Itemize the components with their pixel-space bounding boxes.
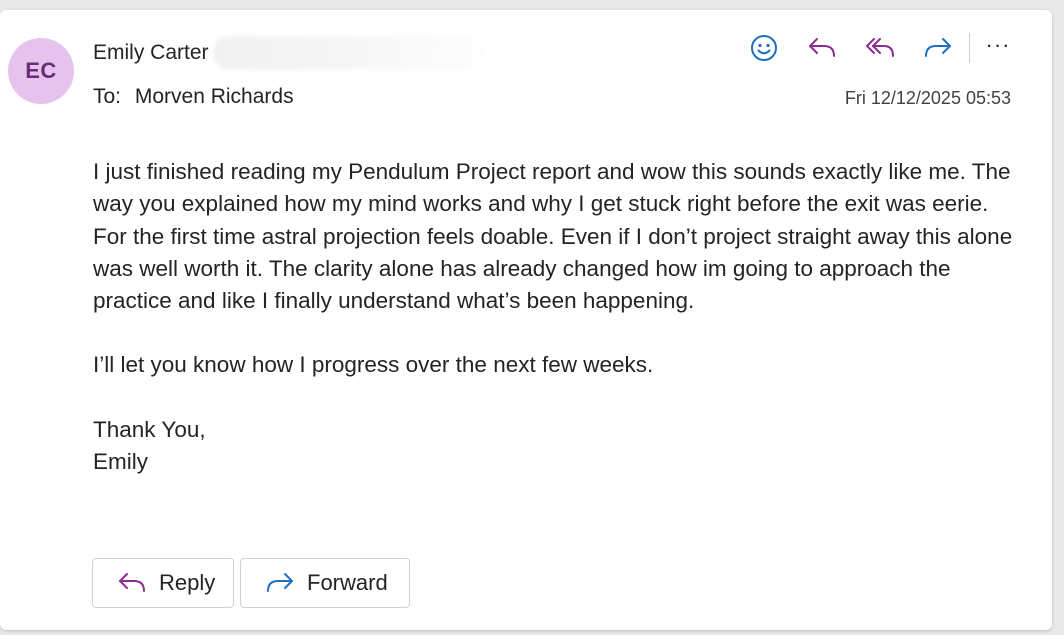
to-label: To: (93, 85, 122, 108)
sender-name[interactable]: Emily Carter (93, 41, 209, 65)
more-options-button[interactable]: ··· (984, 34, 1012, 56)
reply-button-label: Reply (159, 570, 216, 595)
message-body: I just finished reading my Pendulum Proj… (93, 156, 1013, 478)
signature: Emily (93, 449, 148, 475)
message-paragraph: I’ll let you know how I progress over th… (93, 352, 654, 378)
forward-icon (265, 571, 295, 595)
sender-line: Emily Carter (93, 36, 483, 70)
reply-all-icon[interactable] (863, 32, 897, 64)
reply-icon (117, 571, 147, 595)
message-card: EC Emily Carter To: Morven Richards Fri … (0, 10, 1052, 630)
recipient-name[interactable]: Morven Richards (135, 85, 294, 108)
redacted-sender-email (212, 36, 483, 70)
emoji-icon[interactable] (747, 32, 781, 64)
avatar-initials: EC (25, 58, 57, 83)
forward-button[interactable]: Forward (240, 558, 410, 608)
avatar[interactable]: EC (8, 38, 74, 104)
message-actions-toolbar: ··· (747, 32, 1012, 64)
toolbar-divider (969, 33, 970, 63)
recipient-line: To: Morven Richards (93, 85, 294, 109)
reply-button[interactable]: Reply (92, 558, 234, 608)
forward-icon[interactable] (921, 32, 955, 64)
message-paragraph: I just finished reading my Pendulum Proj… (93, 159, 1013, 314)
signoff: Thank You, (93, 416, 206, 442)
forward-button-label: Forward (307, 570, 388, 595)
message-date: Fri 12/12/2025 05:53 (844, 88, 1011, 108)
reply-icon[interactable] (805, 32, 839, 64)
